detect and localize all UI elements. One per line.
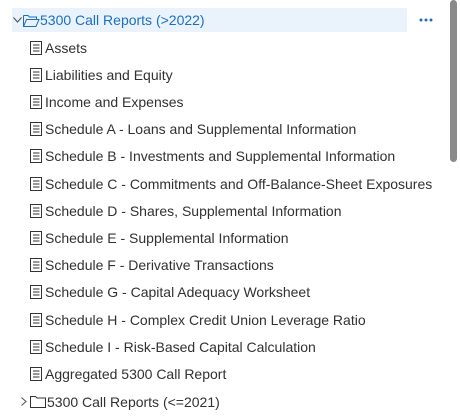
tree-item[interactable]: Schedule G - Capital Adequacy Worksheet [30, 279, 445, 306]
tree-item[interactable]: Schedule B - Investments and Supplementa… [30, 143, 445, 170]
chevron-right-icon[interactable] [18, 397, 30, 407]
tree-item[interactable]: Schedule H - Complex Credit Union Levera… [30, 306, 445, 333]
tree-item-label: Schedule F - Derivative Transactions [45, 257, 274, 274]
tree-item[interactable]: Aggregated 5300 Call Report [30, 360, 445, 387]
document-icon [30, 312, 44, 327]
tree-item-label: Schedule G - Capital Adequacy Worksheet [45, 284, 311, 301]
document-icon [30, 366, 44, 381]
document-icon [30, 339, 44, 354]
vertical-scrollbar[interactable] [448, 0, 460, 417]
tree-folder-label: 5300 Call Reports (<=2021) [47, 393, 220, 410]
tree-item[interactable]: Schedule I - Risk-Based Capital Calculat… [30, 333, 445, 360]
folder-closed-icon [30, 395, 47, 409]
tree-item[interactable]: Liabilities and Equity [30, 61, 445, 88]
tree-item-label: Schedule I - Risk-Based Capital Calculat… [45, 338, 316, 355]
document-icon [30, 40, 44, 55]
tree-item-label: Schedule E - Supplemental Information [45, 229, 289, 246]
document-icon [30, 94, 44, 109]
document-icon [30, 258, 44, 273]
tree-item[interactable]: Schedule D - Shares, Supplemental Inform… [30, 197, 445, 224]
tree-item-label: Schedule D - Shares, Supplemental Inform… [45, 202, 342, 219]
tree-item[interactable]: Assets [30, 34, 445, 61]
report-tree: 5300 Call Reports (>2022) Assets Liabilit… [0, 0, 446, 417]
document-icon [30, 203, 44, 218]
tree-item[interactable]: Schedule C - Commitments and Off-Balance… [30, 170, 445, 197]
document-icon [30, 67, 44, 82]
document-icon [30, 285, 44, 300]
tree-item[interactable]: Schedule E - Supplemental Information [30, 224, 445, 251]
tree-folder-label: 5300 Call Reports (>2022) [40, 12, 205, 28]
document-icon [30, 122, 44, 137]
tree-item-label: Schedule H - Complex Credit Union Levera… [45, 311, 366, 328]
folder-open-icon [23, 13, 40, 27]
tree-item-label: Aggregated 5300 Call Report [45, 365, 227, 382]
tree-item-label: Assets [45, 39, 88, 56]
tree-folder-5300-lte-2021[interactable]: 5300 Call Reports (<=2021) [18, 388, 445, 415]
document-icon [30, 230, 44, 245]
tree-item-label: Schedule A - Loans and Supplemental Info… [45, 121, 357, 138]
tree-folder-5300-gt-2022[interactable]: 5300 Call Reports (>2022) [12, 8, 445, 32]
scrollbar-thumb[interactable] [450, 0, 457, 162]
document-icon [30, 149, 44, 164]
tree-item-label: Schedule B - Investments and Supplementa… [45, 148, 396, 165]
tree-item-label: Liabilities and Equity [45, 66, 173, 83]
document-icon [30, 176, 44, 191]
tree-item-label: Schedule C - Commitments and Off-Balance… [45, 175, 433, 192]
more-options-button[interactable] [407, 8, 445, 32]
chevron-down-icon[interactable] [12, 15, 22, 25]
tree-item[interactable]: Schedule F - Derivative Transactions [30, 252, 445, 279]
ellipsis-icon [419, 18, 433, 22]
tree-item-label: Income and Expenses [45, 93, 184, 110]
tree-item[interactable]: Income and Expenses [30, 88, 445, 115]
tree-item[interactable]: Schedule A - Loans and Supplemental Info… [30, 116, 445, 143]
